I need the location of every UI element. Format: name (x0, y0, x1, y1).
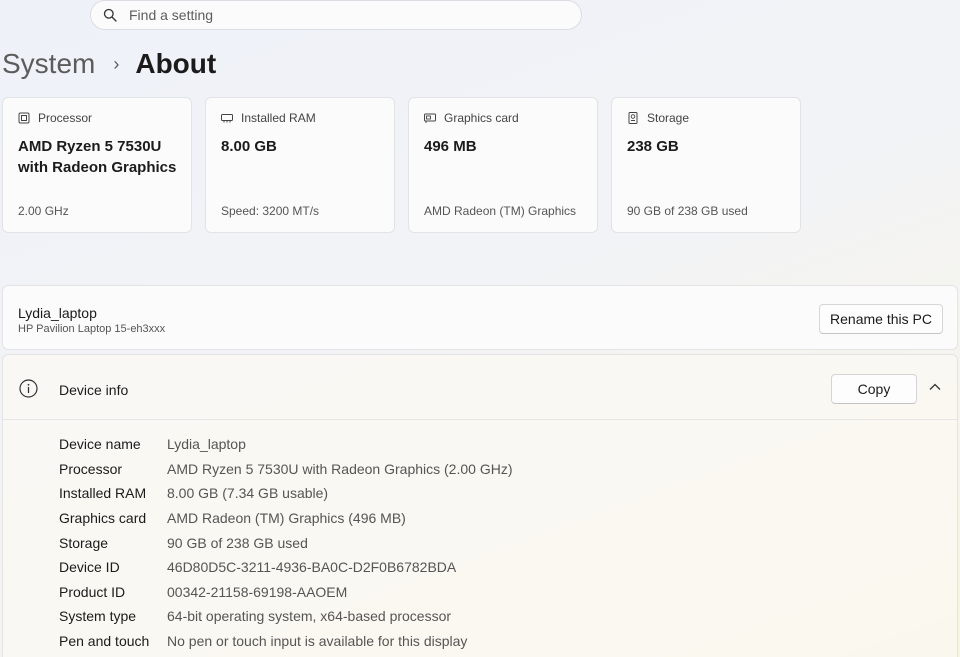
storage-icon (628, 112, 638, 124)
spec-subtitle: 2.00 GHz (18, 204, 69, 218)
spec-subtitle: Speed: 3200 MT/s (221, 204, 320, 218)
spec-card-ram: Installed RAM 8.00 GB Speed: 3200 MT/s (205, 97, 395, 233)
spec-subtitle: AMD Radeon (TM) Graphics (424, 204, 577, 218)
search-icon (103, 8, 117, 22)
info-row: Installed RAM 8.00 GB (7.34 GB usable) (59, 481, 512, 506)
spec-card-processor: Processor AMD Ryzen 5 7530U with Radeon … (2, 97, 192, 233)
spec-title: Processor (38, 111, 93, 125)
rename-pc-button[interactable]: Rename this PC (819, 304, 943, 334)
info-row-value: 90 GB of 238 GB used (167, 534, 308, 551)
spec-value: 496 MB (424, 138, 477, 155)
info-row-label: Storage (59, 534, 109, 551)
graphics-card-icon (424, 113, 436, 123)
info-row-label: Installed RAM (59, 485, 147, 502)
info-row-label: Product ID (59, 583, 126, 600)
info-row-label: Pen and touch (59, 633, 150, 650)
spec-value: 8.00 GB (221, 138, 277, 155)
info-row: System type 64-bit operating system, x64… (59, 604, 512, 629)
device-info-title: Device info (59, 382, 129, 398)
pc-name: Lydia_laptop (18, 305, 97, 321)
pc-name-card: Lydia_laptop HP Pavilion Laptop 15-eh3xx… (2, 285, 958, 350)
page-title: About (135, 48, 217, 79)
spec-card-graphics: Graphics card 496 MB AMD Radeon (TM) Gra… (408, 97, 598, 233)
spec-card-storage: Storage 238 GB 90 GB of 238 GB used (611, 97, 801, 233)
processor-icon (18, 112, 30, 124)
copy-button[interactable]: Copy (831, 374, 917, 404)
pc-model: HP Pavilion Laptop 15-eh3xxx (18, 323, 166, 335)
info-row: Product ID 00342-21158-69198-AAOEM (59, 580, 512, 605)
search-input[interactable] (129, 7, 549, 23)
info-row: Pen and touch No pen or touch input is a… (59, 629, 512, 654)
spec-title: Storage (647, 111, 690, 125)
spec-title: Graphics card (444, 111, 519, 125)
device-info-card: Device info Copy Device name Lydia_lapto… (2, 354, 958, 657)
info-icon (19, 379, 38, 398)
spec-value: 238 GB (627, 138, 679, 155)
device-info-list: Device name Lydia_laptop Processor AMD R… (59, 432, 512, 653)
info-row: Graphics card AMD Radeon (TM) Graphics (… (59, 506, 512, 531)
spec-value: AMD Ryzen 5 7530U with Radeon Graphics (18, 138, 177, 176)
breadcrumb: System › About (2, 46, 216, 82)
info-row-value: 00342-21158-69198-AAOEM (167, 583, 348, 600)
info-row-label: Device name (59, 436, 141, 453)
spec-subtitle: 90 GB of 238 GB used (627, 204, 748, 218)
info-row-value: Lydia_laptop (167, 436, 246, 453)
info-row-value: AMD Radeon (TM) Graphics (496 MB) (167, 510, 406, 527)
info-row-value: 46D80D5C-3211-4936-BA0C-D2F0B6782BDA (167, 559, 457, 576)
info-row-label: Graphics card (59, 510, 147, 527)
chevron-up-icon[interactable] (929, 382, 941, 392)
ram-icon (221, 114, 233, 123)
breadcrumb-separator: › (113, 53, 120, 74)
info-row: Processor AMD Ryzen 5 7530U with Radeon … (59, 457, 512, 482)
info-row: Storage 90 GB of 238 GB used (59, 530, 512, 555)
info-row-value: 8.00 GB (7.34 GB usable) (167, 485, 329, 502)
info-row-value: 64-bit operating system, x64-based proce… (167, 608, 452, 625)
breadcrumb-system-link[interactable]: System (2, 48, 95, 80)
info-row-label: Device ID (59, 559, 120, 576)
search-box[interactable] (90, 0, 582, 30)
info-row-label: Processor (59, 460, 123, 477)
info-row: Device name Lydia_laptop (59, 432, 512, 457)
info-row-label: System type (59, 608, 137, 625)
info-row: Device ID 46D80D5C-3211-4936-BA0C-D2F0B6… (59, 555, 512, 580)
info-row-value: AMD Ryzen 5 7530U with Radeon Graphics (… (167, 460, 513, 477)
info-row-value: No pen or touch input is available for t… (167, 633, 468, 650)
spec-title: Installed RAM (241, 111, 316, 125)
device-info-header[interactable]: Device info Copy (3, 355, 957, 420)
